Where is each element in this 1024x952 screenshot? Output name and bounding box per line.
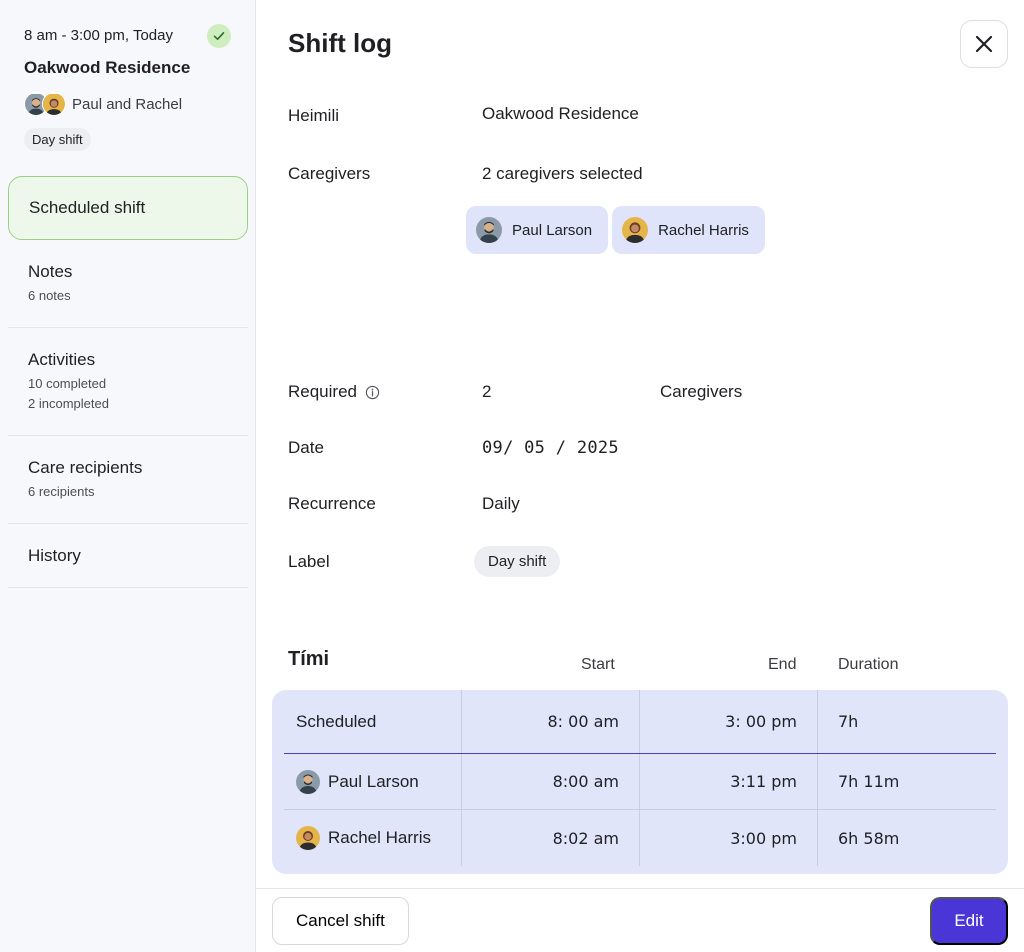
sidebar-item-sub: 6 recipients xyxy=(28,484,95,499)
sidebar-item-sub: 6 notes xyxy=(28,288,71,303)
field-home: Heimili Oakwood Residence xyxy=(288,104,639,126)
row-end: 3: 00 pm xyxy=(640,690,818,753)
sidebar-nav: Scheduled shift Notes 6 notes Activities… xyxy=(8,176,248,588)
shift-place: Oakwood Residence xyxy=(24,58,191,77)
check-icon xyxy=(207,24,231,48)
col-end: End xyxy=(768,656,797,673)
row-name: Rachel Harris xyxy=(328,828,431,847)
shift-label-chip: Day shift xyxy=(24,128,91,151)
row-name-cell: Paul Larson xyxy=(284,754,462,809)
field-label: Caregivers xyxy=(288,164,371,183)
avatar-stack xyxy=(24,92,68,116)
caregivers-value: 2 caregivers selected xyxy=(482,164,643,183)
footer: Cancel shift Edit xyxy=(256,888,1024,952)
table-row: Paul Larson 8:00 am 3:11 pm 7h 11m xyxy=(284,754,996,810)
times-header: Tími Start End Duration xyxy=(288,648,1024,678)
avatar xyxy=(296,826,320,850)
col-start: Start xyxy=(581,656,615,673)
field-label: Required xyxy=(288,382,482,402)
sidebar-item-care-recipients[interactable]: Care recipients 6 recipients xyxy=(8,436,248,524)
close-icon xyxy=(975,35,993,53)
row-start: 8: 00 am xyxy=(462,690,640,753)
caregiver-chip[interactable]: Rachel Harris xyxy=(612,206,765,254)
avatar-rachel xyxy=(42,92,66,116)
shift-log-panel: Shift log Heimili Oakwood Residence Care… xyxy=(256,0,1024,952)
field-recurrence: Recurrence Daily xyxy=(288,494,520,514)
table-row: Rachel Harris 8:02 am 3:00 pm 6h 58m xyxy=(284,810,996,866)
col-duration: Duration xyxy=(838,656,899,673)
field-caregivers: Caregivers 2 caregivers selected xyxy=(288,164,643,184)
sidebar-item-label: Care recipients xyxy=(28,458,143,477)
page-title: Shift log xyxy=(288,28,392,58)
sidebar-item-notes[interactable]: Notes 6 notes xyxy=(8,240,248,328)
required-label: Required xyxy=(288,382,357,401)
shift-people: Paul and Rachel xyxy=(24,92,231,116)
shift-summary: 8 am - 3:00 pm, Today Oakwood Residence … xyxy=(0,0,255,151)
row-name-cell: Rachel Harris xyxy=(284,810,462,866)
sidebar-item-activities[interactable]: Activities 10 completed 2 incompleted xyxy=(8,328,248,436)
caregiver-chip[interactable]: Paul Larson xyxy=(466,206,609,254)
cancel-shift-button[interactable]: Cancel shift xyxy=(272,897,409,945)
row-start: 8:00 am xyxy=(462,754,640,809)
label-chip: Day shift xyxy=(474,546,561,577)
sidebar-item-label: Notes xyxy=(28,262,73,281)
field-label: Label xyxy=(288,551,330,571)
sidebar-item-label: Activities xyxy=(28,350,96,369)
field-label: Recurrence xyxy=(288,494,376,513)
info-icon[interactable] xyxy=(365,385,380,400)
shift-time: 8 am - 3:00 pm, Today xyxy=(24,27,173,44)
date-value: 09/ 05 / 2025 xyxy=(482,438,619,458)
caregiver-chips: Paul Larson Rachel Harris xyxy=(466,206,765,254)
sidebar-item-label: History xyxy=(28,546,81,565)
people-label: Paul and Rachel xyxy=(72,95,183,113)
home-value: Oakwood Residence xyxy=(482,104,639,123)
row-start: 8:02 am xyxy=(462,810,640,866)
row-duration: 7h xyxy=(838,712,859,731)
field-date: Date 09/ 05 / 2025 xyxy=(288,438,619,458)
row-end: 3:11 pm xyxy=(640,754,818,809)
sidebar: 8 am - 3:00 pm, Today Oakwood Residence … xyxy=(0,0,256,952)
times-title: Tími xyxy=(288,648,330,670)
sidebar-item-history[interactable]: History xyxy=(8,524,248,588)
avatar xyxy=(296,769,320,794)
required-unit: Caregivers xyxy=(660,382,743,401)
close-button[interactable] xyxy=(960,20,1008,68)
field-label-row: Label Day shift xyxy=(288,546,561,577)
row-duration: 7h 11m xyxy=(838,772,900,791)
avatar xyxy=(476,217,502,243)
sidebar-item-scheduled-shift[interactable]: Scheduled shift xyxy=(8,176,248,240)
field-required: Required 2 Caregivers xyxy=(288,382,742,402)
avatar xyxy=(622,217,649,243)
table-row: Scheduled 8: 00 am 3: 00 pm 7h xyxy=(284,690,996,754)
times-table: Scheduled 8: 00 am 3: 00 pm 7h Paul Lars… xyxy=(272,690,1008,874)
caregiver-name: Paul Larson xyxy=(512,221,593,239)
field-label: Date xyxy=(288,438,324,457)
required-value: 2 xyxy=(482,382,492,401)
recurrence-value: Daily xyxy=(482,494,520,513)
field-label: Heimili xyxy=(288,106,339,125)
row-name: Scheduled xyxy=(284,690,462,753)
caregiver-name: Rachel Harris xyxy=(658,221,749,239)
sidebar-item-sub: 10 completed xyxy=(28,376,107,391)
sidebar-item-sub: 2 incompleted xyxy=(28,396,109,411)
edit-button[interactable]: Edit xyxy=(930,897,1008,945)
row-end: 3:00 pm xyxy=(640,810,818,866)
sidebar-item-label: Scheduled shift xyxy=(29,198,146,217)
row-duration: 6h 58m xyxy=(838,828,900,848)
row-name: Paul Larson xyxy=(328,771,419,791)
